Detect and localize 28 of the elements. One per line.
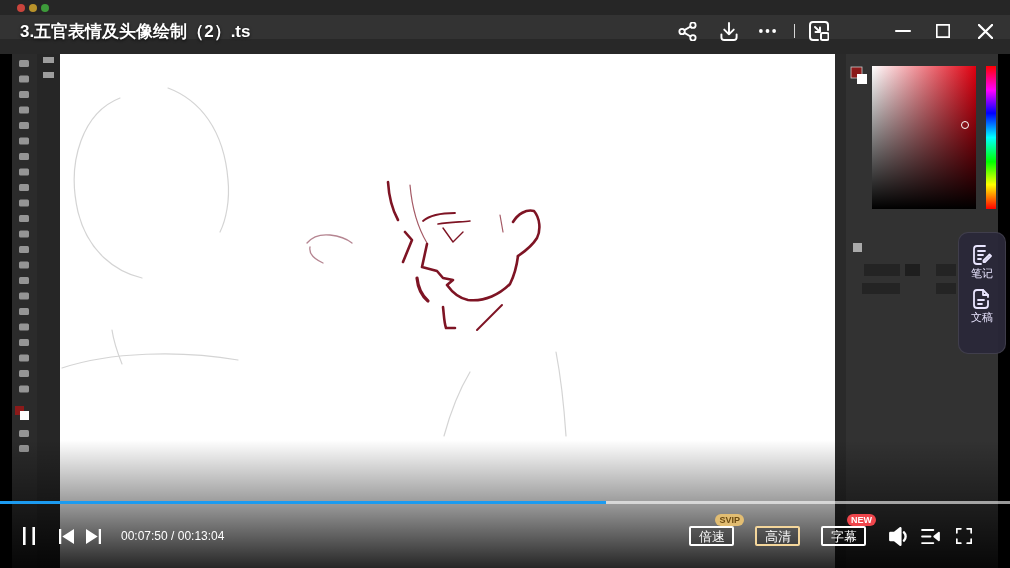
maximize-icon <box>936 24 950 38</box>
transcript-button[interactable]: 文稿 <box>971 289 993 323</box>
player-option-button[interactable]: 倍速 <box>689 526 734 546</box>
pause-icon <box>23 527 35 545</box>
document-icon <box>973 289 991 309</box>
playback-time: 00:07:50 / 00:13:04 <box>121 530 225 542</box>
fullscreen-icon <box>956 528 972 544</box>
player-option-button[interactable]: 字幕 <box>821 526 866 546</box>
list-icon <box>920 528 940 544</box>
notes-button[interactable]: 笔记 <box>971 245 993 279</box>
download-icon <box>719 21 738 41</box>
picture-in-picture-icon <box>809 21 829 41</box>
note-pencil-icon <box>972 245 992 265</box>
skip-forward-icon <box>85 528 101 544</box>
minimize-icon <box>895 30 911 32</box>
skip-back-icon <box>58 528 74 544</box>
volume-icon <box>889 526 907 546</box>
volume-button[interactable] <box>886 524 910 548</box>
option-badge: SVIP <box>715 514 744 526</box>
more-icon <box>759 29 776 33</box>
option-badge: NEW <box>847 514 876 526</box>
video-title: 3.五官表情及头像绘制（2）.ts <box>20 22 251 40</box>
player-option-button[interactable]: 高清 <box>755 526 800 546</box>
share-icon <box>678 21 697 41</box>
window-buttons-drawing <box>17 4 49 12</box>
mini-player-button[interactable] <box>807 19 831 43</box>
close-icon <box>977 23 993 39</box>
progress-track[interactable] <box>0 501 1010 504</box>
